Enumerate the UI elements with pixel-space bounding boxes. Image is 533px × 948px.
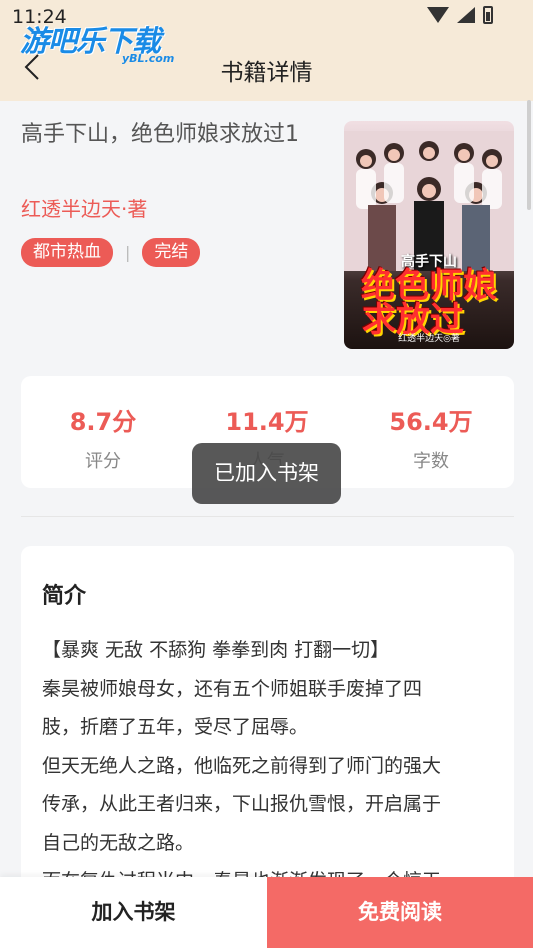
add-to-shelf-button[interactable]: 加入书架: [0, 877, 267, 948]
page-title: 书籍详情: [220, 60, 313, 86]
book-author[interactable]: 红透半边天·著: [21, 193, 147, 222]
intro-line: 传承，从此王者归来，下山报仇雪恨，开启属于: [42, 793, 442, 815]
stat-rating: 8.7分 评分: [21, 402, 185, 473]
tag-genre[interactable]: 都市热血: [21, 238, 113, 267]
wifi-icon: [427, 7, 449, 23]
tag-separator: |: [125, 243, 131, 262]
stat-label: 评分: [85, 451, 121, 472]
divider: [21, 516, 514, 517]
stat-value: 8.7分: [69, 408, 137, 436]
cover-author: 红透半边天◎著: [398, 334, 460, 344]
book-cover[interactable]: 高手下山 绝色师娘 求放过 红透半边天◎著: [344, 121, 514, 349]
stat-word-count: 56.4万 字数: [349, 402, 513, 473]
intro-line: 肢，折磨了五年，受尽了屈辱。: [42, 716, 309, 738]
signal-icon: [457, 7, 475, 23]
stat-value: 56.4万: [389, 408, 473, 436]
toast-message: 已加入书架: [192, 443, 341, 504]
tag-status[interactable]: 完结: [142, 238, 201, 267]
battery-icon: [483, 6, 493, 24]
book-title: 高手下山，绝色师娘求放过1: [21, 122, 299, 147]
scrollbar[interactable]: [527, 100, 531, 210]
stat-value: 11.4万: [225, 408, 309, 436]
free-read-button[interactable]: 免费阅读: [267, 877, 533, 948]
intro-line: 但天无绝人之路，他临死之前得到了师门的强大: [42, 754, 442, 777]
intro-heading: 简介: [42, 584, 87, 609]
cover-title-line1: 绝色师娘: [361, 266, 497, 306]
intro-line: 【暴爽 无敌 不舔狗 拳拳到肉 打翻一切】: [42, 639, 390, 661]
status-icons: [427, 6, 493, 24]
app-header: 11:24 游吧乐下载 yBL.com 书籍详情: [0, 0, 533, 101]
stat-label: 字数: [413, 451, 449, 472]
intro-line: 自己的无敌之路。: [42, 831, 195, 854]
book-tags: 都市热血 | 完结: [21, 238, 201, 267]
cover-illustration: [344, 131, 514, 271]
intro-line: 秦昊被师娘母女，还有五个师姐联手废掉了四: [42, 677, 423, 700]
intro-text[interactable]: 【暴爽 无敌 不舔狗 拳拳到肉 打翻一切】 秦昊被师娘母女，还有五个师姐联手废掉…: [42, 631, 497, 901]
